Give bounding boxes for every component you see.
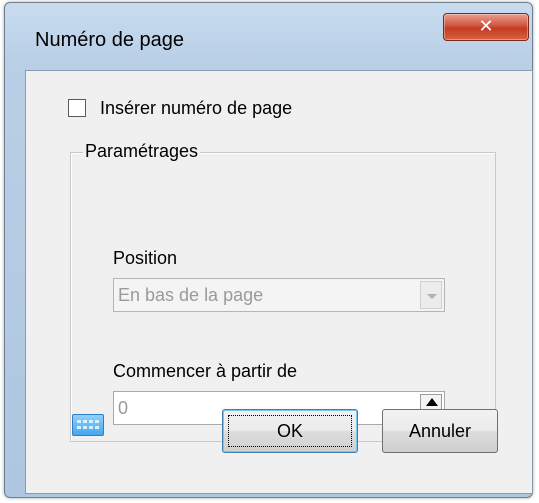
start-from-value[interactable]: 0 <box>118 398 128 419</box>
start-from-label: Commencer à partir de <box>113 361 298 381</box>
dialog-window: Numéro de page ✕ Insérer numéro de page … <box>4 2 533 498</box>
ok-button-label: OK <box>276 421 303 441</box>
position-select[interactable]: En bas de la page <box>113 278 445 312</box>
chevron-down-icon[interactable] <box>420 281 442 309</box>
close-icon: ✕ <box>478 16 494 37</box>
title-bar[interactable]: Numéro de page ✕ <box>5 3 532 63</box>
ok-button[interactable]: OK <box>222 409 358 453</box>
position-select-value: En bas de la page <box>118 285 264 305</box>
cancel-button-label: Annuler <box>408 421 472 441</box>
dialog-body: Insérer numéro de page Paramétrages Posi… <box>25 70 533 494</box>
keyboard-icon[interactable] <box>72 414 104 436</box>
dialog-title: Numéro de page <box>35 29 184 51</box>
close-button[interactable]: ✕ <box>443 13 529 41</box>
insert-page-number-label[interactable]: Insérer numéro de page <box>100 98 292 119</box>
cancel-button[interactable]: Annuler <box>382 409 498 453</box>
position-label: Position <box>113 248 178 268</box>
settings-group: Paramétrages Position En bas de la page … <box>70 141 496 442</box>
settings-group-legend: Paramétrages <box>83 141 201 162</box>
spin-up-icon[interactable] <box>426 398 438 406</box>
insert-page-number-checkbox[interactable] <box>68 99 86 117</box>
